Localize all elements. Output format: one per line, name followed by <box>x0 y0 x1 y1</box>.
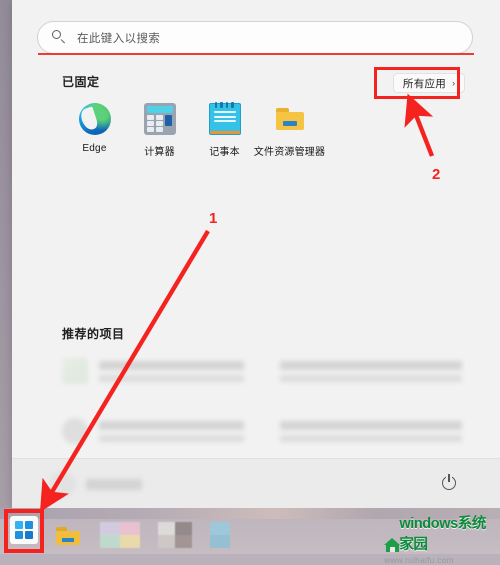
pinned-app-label: 文件资源管理器 <box>253 147 326 158</box>
pinned-app-label: 记事本 <box>209 147 240 158</box>
search-icon <box>52 30 67 45</box>
annotation-highlight-start-button <box>4 509 44 553</box>
watermark-logo-icon <box>384 536 400 553</box>
pinned-app-notepad[interactable]: 记事本 <box>192 102 257 158</box>
calculator-icon <box>143 103 176 135</box>
notepad-icon <box>208 102 241 135</box>
power-icon <box>442 474 456 490</box>
annotation-highlight-all-apps <box>374 67 460 99</box>
start-menu-bottom-bar <box>12 458 500 509</box>
annotation-number-2: 2 <box>432 166 441 183</box>
taskbar-file-explorer-icon[interactable] <box>54 521 82 549</box>
annotation-number-1: 1 <box>209 210 218 227</box>
pinned-app-label: 计算器 <box>144 147 175 158</box>
pinned-app-edge[interactable]: Edge <box>62 103 127 158</box>
pinned-app-calculator[interactable]: 计算器 <box>127 103 192 158</box>
search-underline-accent <box>38 53 474 55</box>
power-button[interactable] <box>436 470 462 496</box>
desktop-left-edge <box>0 0 12 508</box>
taskbar-app-icon-gray[interactable] <box>158 522 192 548</box>
avatar <box>50 471 76 497</box>
watermark-url: www.ruihaifu.com <box>384 555 454 565</box>
edge-icon <box>78 103 111 135</box>
recommended-item[interactable] <box>62 352 244 390</box>
recommended-section-title: 推荐的项目 <box>62 327 125 341</box>
recommended-item[interactable] <box>62 412 244 450</box>
user-name-label <box>86 478 142 490</box>
search-input[interactable]: 在此键入以搜索 <box>37 21 473 54</box>
recommended-item[interactable] <box>280 352 462 390</box>
user-account-button[interactable] <box>50 471 142 497</box>
recommended-items-grid <box>62 352 462 450</box>
watermark: windows系统家园 www.ruihaifu.com <box>384 512 496 565</box>
file-explorer-icon <box>274 103 306 135</box>
taskbar-app-icon-multicolor[interactable] <box>100 522 140 548</box>
recommended-thumbnail <box>62 418 88 444</box>
recommended-item[interactable] <box>280 412 462 450</box>
pinned-app-file-explorer[interactable]: 文件资源管理器 <box>253 103 326 158</box>
pinned-section-title: 已固定 <box>62 75 100 89</box>
taskbar-app-icon-blue[interactable] <box>210 522 230 548</box>
pinned-app-label: Edge <box>82 143 107 154</box>
pinned-apps-grid: Edge 计算器 记事本 文件资源管理器 <box>62 102 452 158</box>
watermark-title: windows系统家园 <box>399 516 486 553</box>
search-placeholder: 在此键入以搜索 <box>77 32 161 45</box>
recommended-thumbnail <box>62 358 88 384</box>
